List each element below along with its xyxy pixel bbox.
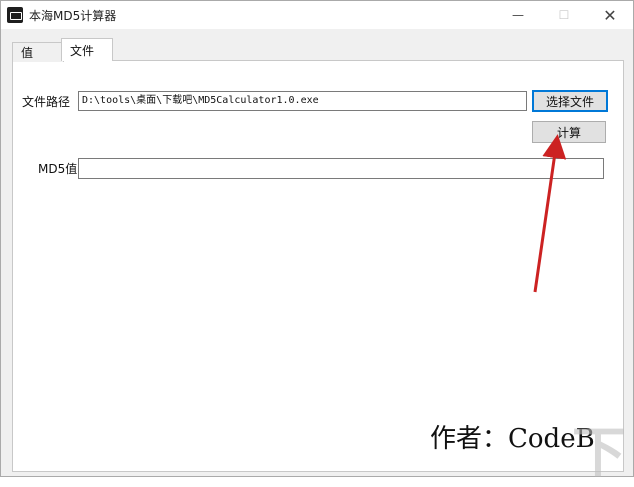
md5-label: MD5值 [38, 162, 78, 176]
file-path-input[interactable]: D:\tools\桌面\下载吧\MD5Calculator1.0.exe [78, 91, 527, 111]
watermark-logo: 下 [572, 421, 626, 484]
choose-file-button[interactable]: 选择文件 [532, 90, 608, 112]
file-path-label: 文件路径 [22, 95, 71, 109]
close-button[interactable]: ✕ [587, 1, 633, 29]
app-icon [7, 7, 23, 23]
window-title: 本海MD5计算器 [29, 9, 117, 23]
md5-output-field[interactable] [78, 158, 604, 179]
tab-file[interactable]: 文件 [61, 38, 113, 61]
maximize-button[interactable]: ☐ [541, 1, 587, 29]
author-credit: 作者：CodeB [430, 424, 595, 454]
title-bar[interactable]: 本海MD5计算器 — ☐ ✕ [1, 1, 633, 29]
tab-value[interactable]: 值 [12, 42, 64, 62]
calculate-button[interactable]: 计算 [532, 121, 606, 143]
minimize-button[interactable]: — [495, 1, 541, 29]
